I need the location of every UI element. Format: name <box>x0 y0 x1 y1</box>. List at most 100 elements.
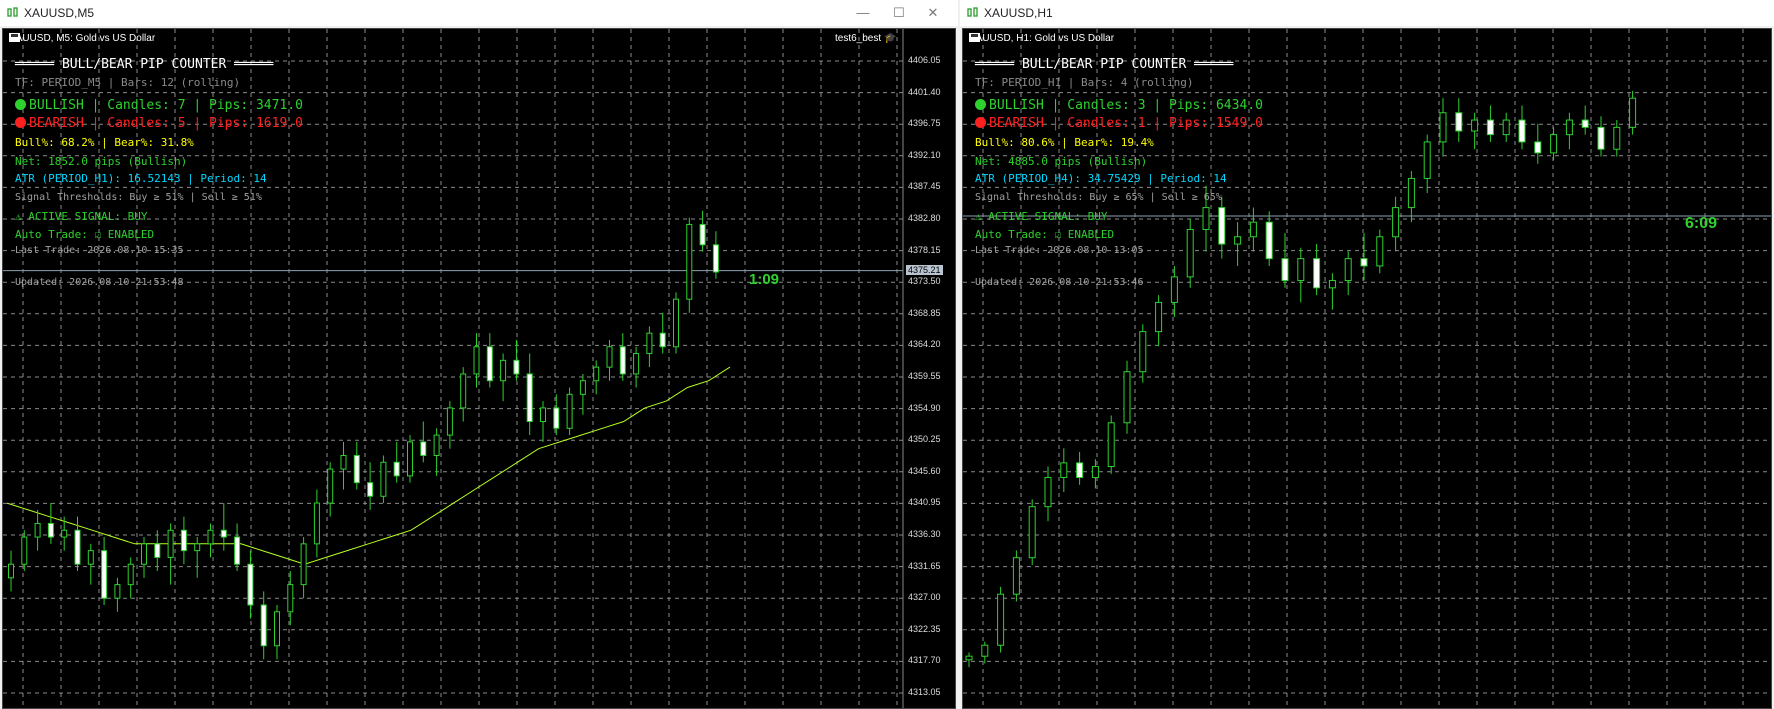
candle-body <box>420 441 427 456</box>
candle-body <box>74 529 81 565</box>
price-axis-label: 4373.50 <box>908 276 941 287</box>
candle-body <box>965 655 973 661</box>
candle-body <box>154 543 161 558</box>
candle-body <box>8 563 14 579</box>
candle-body <box>1581 119 1589 128</box>
bullish-stats: BULLISH | Candles: 3 | Pips: 6434.0 <box>989 98 1263 113</box>
candle-body <box>114 584 121 599</box>
candle-body <box>593 366 600 382</box>
price-axis-label: 4392.10 <box>908 149 941 160</box>
price-axis-label: 4406.05 <box>908 55 941 65</box>
price-axis-label: 4340.95 <box>908 497 941 508</box>
bullish-stats: BULLISH | Candles: 7 | Pips: 3471.0 <box>29 98 303 113</box>
candle-body <box>407 441 413 477</box>
candle-body <box>1249 221 1257 238</box>
candle-timer: 6:09 <box>1685 215 1718 232</box>
candle-body <box>997 593 1005 646</box>
chart-window-h1[interactable]: XAUUSD,H1 XAUUSD, H1: Gold vs US Dollar … <box>960 0 1774 709</box>
save-icon <box>969 33 980 42</box>
bearish-row: BEARISH | Candles: 5 | Pips: 1619.0 <box>15 116 303 131</box>
candle-body <box>1313 258 1321 289</box>
current-price-tag: 4375.21 <box>906 265 943 275</box>
expert-advisor-label[interactable]: test6_best 🎓 <box>835 33 896 44</box>
chart-canvas[interactable] <box>3 29 956 709</box>
candle-body <box>500 359 507 382</box>
price-axis-label: 4331.65 <box>908 560 941 571</box>
candle-body <box>1012 557 1020 595</box>
price-axis-label: 4345.60 <box>908 465 941 476</box>
window-title: XAUUSD,H1 <box>984 6 1053 20</box>
candle-body <box>1471 119 1479 132</box>
candle-body <box>47 522 54 538</box>
autotrade-row: Auto Trade: ☑ ENABLED <box>975 228 1115 241</box>
price-axis-label: 4364.20 <box>908 339 941 350</box>
candle-body <box>1186 228 1194 278</box>
candle-body <box>1486 119 1494 136</box>
candle-body <box>553 407 560 429</box>
minimize-button[interactable]: — <box>850 4 876 22</box>
expert-hat-icon: 🎓 <box>883 33 897 44</box>
window-title: XAUUSD,M5 <box>24 6 95 20</box>
candle-body <box>1281 258 1289 282</box>
candle-body <box>633 353 640 375</box>
window-titlebar[interactable]: XAUUSD,M5 — ☐ ✕ <box>0 0 958 26</box>
net-row: Net: 1852.0 pips (Bullish) <box>15 155 188 168</box>
candle-body <box>566 393 573 429</box>
price-chart-m5[interactable]: XAUUSD, M5: Gold vs US Dollar test6_best… <box>2 28 956 709</box>
bearish-stats: BEARISH | Candles: 5 | Pips: 1619.0 <box>29 116 303 131</box>
candle-body <box>686 223 693 300</box>
candle-body <box>540 407 546 423</box>
candle-body <box>87 550 94 565</box>
bull-circle-icon <box>975 99 986 110</box>
panel-header: ═════ BULL/BEAR PIP COUNTER ═════ <box>15 57 274 72</box>
candle-body <box>1155 301 1163 333</box>
candle-body <box>1344 258 1352 282</box>
candle-body <box>1534 141 1542 154</box>
candle-body <box>207 529 214 545</box>
candle-body <box>393 461 400 477</box>
candle-body <box>460 373 467 409</box>
price-axis-label: 4396.75 <box>908 118 941 129</box>
chart-window-m5[interactable]: XAUUSD,M5 — ☐ ✕ XAUUSD, M5: Gold vs US D… <box>0 0 958 709</box>
price-chart-h1[interactable]: XAUUSD, H1: Gold vs US Dollar ═════ BULL… <box>962 28 1772 709</box>
maximize-button[interactable]: ☐ <box>886 4 912 22</box>
chart-canvas[interactable] <box>963 29 1772 709</box>
candle-body <box>1123 371 1131 424</box>
candle-body <box>1044 476 1052 508</box>
close-button[interactable]: ✕ <box>920 4 946 22</box>
candle-body <box>167 529 174 558</box>
candle-body <box>287 584 294 613</box>
percent-row: Bull%: 68.2% | Bear%: 31.8% <box>15 136 194 149</box>
updated-row: Updated: 2026.08.10 21:53:46 <box>975 277 1144 288</box>
candle-body <box>1265 221 1273 260</box>
candle-body <box>127 563 134 586</box>
atr-row: ATR (PERIOD_H4): 34.75429 | Period: 14 <box>975 172 1227 185</box>
candle-body <box>21 536 28 565</box>
last-trade-row: Last Trade: 2026.08.10 13:05 <box>975 245 1144 256</box>
candle-body <box>1613 126 1621 150</box>
candle-body <box>1091 466 1099 478</box>
candle-body <box>1234 236 1242 245</box>
candle-body <box>646 332 653 355</box>
candle-body <box>1060 462 1068 478</box>
bull-circle-icon <box>15 99 26 110</box>
window-titlebar[interactable]: XAUUSD,H1 <box>960 0 1774 26</box>
candle-body <box>526 373 533 423</box>
candle-body <box>981 644 989 657</box>
price-axis-label: 4350.25 <box>908 434 941 445</box>
candle-body <box>712 244 719 273</box>
candle-body <box>234 536 241 565</box>
candle-body <box>1518 119 1526 143</box>
panel-subtitle: TF: PERIOD_M5 | Bars: 12 (rolling) <box>15 76 241 89</box>
candle-body <box>659 332 666 348</box>
candle-body <box>274 611 280 647</box>
updated-row: Updated: 2026.08.10 21:53:48 <box>15 277 184 288</box>
candle-body <box>367 482 374 497</box>
price-axis-label: 4313.05 <box>908 687 941 697</box>
bullish-row: BULLISH | Candles: 7 | Pips: 3471.0 <box>15 98 303 113</box>
candle-body <box>1376 236 1384 267</box>
candle-body <box>1139 331 1147 373</box>
price-axis-label: 4336.30 <box>908 529 941 539</box>
candle-body <box>247 563 254 606</box>
price-axis-label: 4322.35 <box>908 623 941 634</box>
